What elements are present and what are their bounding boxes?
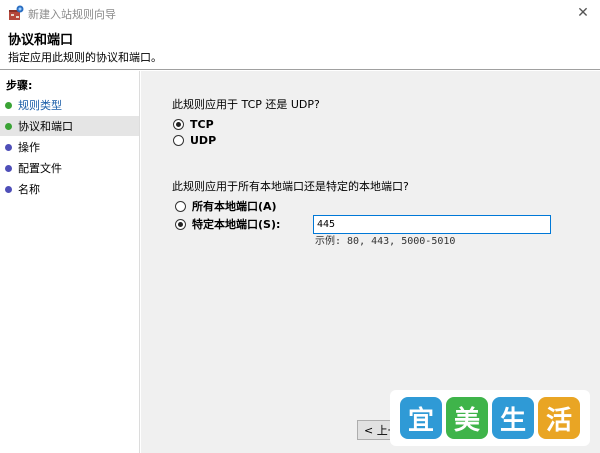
radio-button[interactable] xyxy=(173,134,184,146)
radio-button-checked[interactable] xyxy=(175,218,186,230)
steps-heading: 步骤: xyxy=(6,79,33,92)
steps-sidebar: 步骤: 规则类型 协议和端口 操作 配置文件 名称 xyxy=(0,71,140,453)
step-status-dot-icon xyxy=(5,101,12,109)
step-label: 协议和端口 xyxy=(18,120,73,133)
radio-tcp[interactable]: TCP xyxy=(173,117,214,131)
step-name[interactable]: 名称 xyxy=(0,179,139,199)
protocol-question: 此规则应用于 TCP 还是 UDP? xyxy=(172,98,320,111)
close-button[interactable]: ✕ xyxy=(566,0,600,26)
page-description: 指定应用此规则的协议和端口。 xyxy=(8,51,162,64)
radio-label-tcp: TCP xyxy=(190,117,214,131)
watermark-tile: 生 xyxy=(492,397,534,439)
step-label: 名称 xyxy=(18,183,40,196)
step-label: 规则类型 xyxy=(18,99,62,112)
radio-udp[interactable]: UDP xyxy=(173,133,216,147)
watermark-tile: 活 xyxy=(538,397,580,439)
radio-specific-local-ports[interactable]: 特定本地端口(S): xyxy=(175,217,280,231)
title-bar: 新建入站规则向导 ✕ xyxy=(0,0,600,26)
close-icon: ✕ xyxy=(577,5,589,21)
radio-label-udp: UDP xyxy=(190,133,217,147)
step-label: 配置文件 xyxy=(18,162,62,175)
step-protocol-and-ports[interactable]: 协议和端口 xyxy=(0,116,139,136)
step-rule-type[interactable]: 规则类型 xyxy=(0,95,139,115)
step-label: 操作 xyxy=(18,141,40,154)
radio-button[interactable] xyxy=(175,200,186,212)
wizard-header: 协议和端口 指定应用此规则的协议和端口。 xyxy=(0,26,600,70)
step-status-dot-icon xyxy=(5,185,12,193)
step-action[interactable]: 操作 xyxy=(0,137,139,157)
radio-label-specific-ports: 特定本地端口(S): xyxy=(192,218,281,231)
watermark-logo: 宜 美 生 活 xyxy=(390,390,590,446)
port-example-hint: 示例: 80, 443, 5000-5010 xyxy=(315,236,456,247)
step-status-dot-icon xyxy=(5,164,12,172)
radio-label-all-ports: 所有本地端口(A) xyxy=(192,200,277,213)
window-title: 新建入站规则向导 xyxy=(28,8,116,21)
port-question: 此规则应用于所有本地端口还是特定的本地端口? xyxy=(172,180,409,193)
watermark-tile: 美 xyxy=(446,397,488,439)
step-status-dot-icon xyxy=(5,143,12,151)
watermark-tile: 宜 xyxy=(400,397,442,439)
radio-all-local-ports[interactable]: 所有本地端口(A) xyxy=(175,199,277,213)
step-status-dot-icon xyxy=(5,122,12,130)
step-profile[interactable]: 配置文件 xyxy=(0,158,139,178)
page-title: 协议和端口 xyxy=(8,33,74,48)
firewall-app-icon xyxy=(9,5,24,20)
radio-button-checked[interactable] xyxy=(173,118,184,130)
